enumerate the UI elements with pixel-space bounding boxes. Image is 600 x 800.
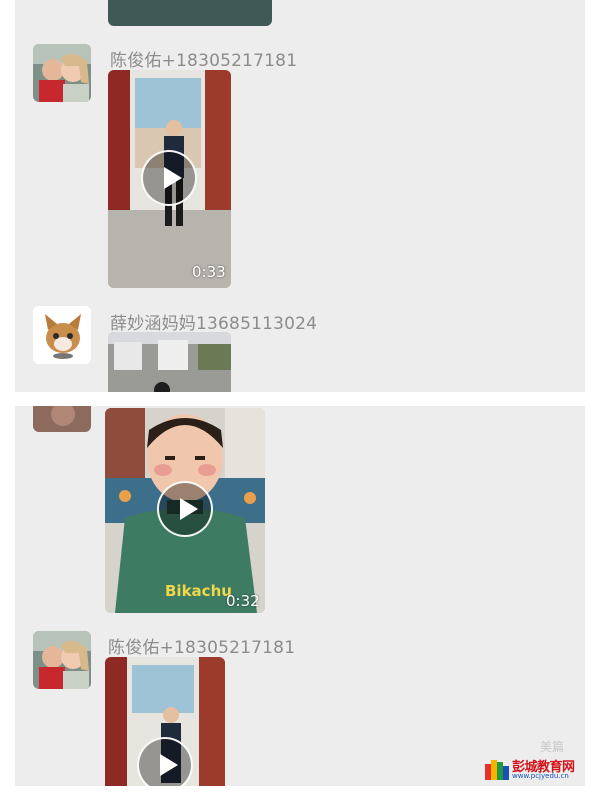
avatar[interactable] bbox=[33, 306, 91, 364]
video-duration: 0:32 bbox=[226, 592, 260, 610]
avatar[interactable] bbox=[33, 44, 91, 102]
partial-avatar-icon bbox=[33, 406, 91, 432]
video-thumbnail bbox=[108, 332, 231, 392]
chat-panel-top: 陈俊佑+18305217181 0:33 薛妙涵妈妈13685113024 bbox=[15, 0, 585, 392]
video-message[interactable]: 0:33 bbox=[108, 70, 231, 288]
logo-url: www.pcjyedu.cn bbox=[512, 772, 569, 780]
avatar[interactable] bbox=[33, 631, 91, 689]
play-icon[interactable] bbox=[137, 737, 193, 786]
video-duration: 0:33 bbox=[192, 263, 226, 281]
shirt-print-text: Bikachu bbox=[165, 582, 232, 600]
mother-child-avatar-icon bbox=[33, 44, 91, 102]
site-logo: 彭城教育网 www.pcjyedu.cn bbox=[484, 756, 588, 782]
meipian-watermark: 美篇 bbox=[540, 740, 565, 754]
video-message-partial[interactable] bbox=[108, 0, 272, 26]
play-icon[interactable] bbox=[141, 150, 197, 206]
video-message[interactable]: Bikachu 0:32 bbox=[105, 408, 265, 613]
chat-panel-bottom: Bikachu 0:32 陈俊佑+18305217181 bbox=[15, 406, 585, 786]
books-icon bbox=[485, 760, 509, 780]
avatar[interactable] bbox=[33, 406, 91, 432]
video-message[interactable] bbox=[105, 657, 225, 786]
play-icon[interactable] bbox=[157, 481, 213, 537]
cat-avatar-icon bbox=[33, 306, 91, 364]
sender-name: 陈俊佑+18305217181 bbox=[108, 638, 296, 658]
sender-name: 陈俊佑+18305217181 bbox=[110, 51, 298, 71]
mother-child-avatar-icon bbox=[33, 631, 91, 689]
video-message[interactable] bbox=[108, 332, 231, 392]
sender-name: 薛妙涵妈妈13685113024 bbox=[110, 314, 318, 334]
